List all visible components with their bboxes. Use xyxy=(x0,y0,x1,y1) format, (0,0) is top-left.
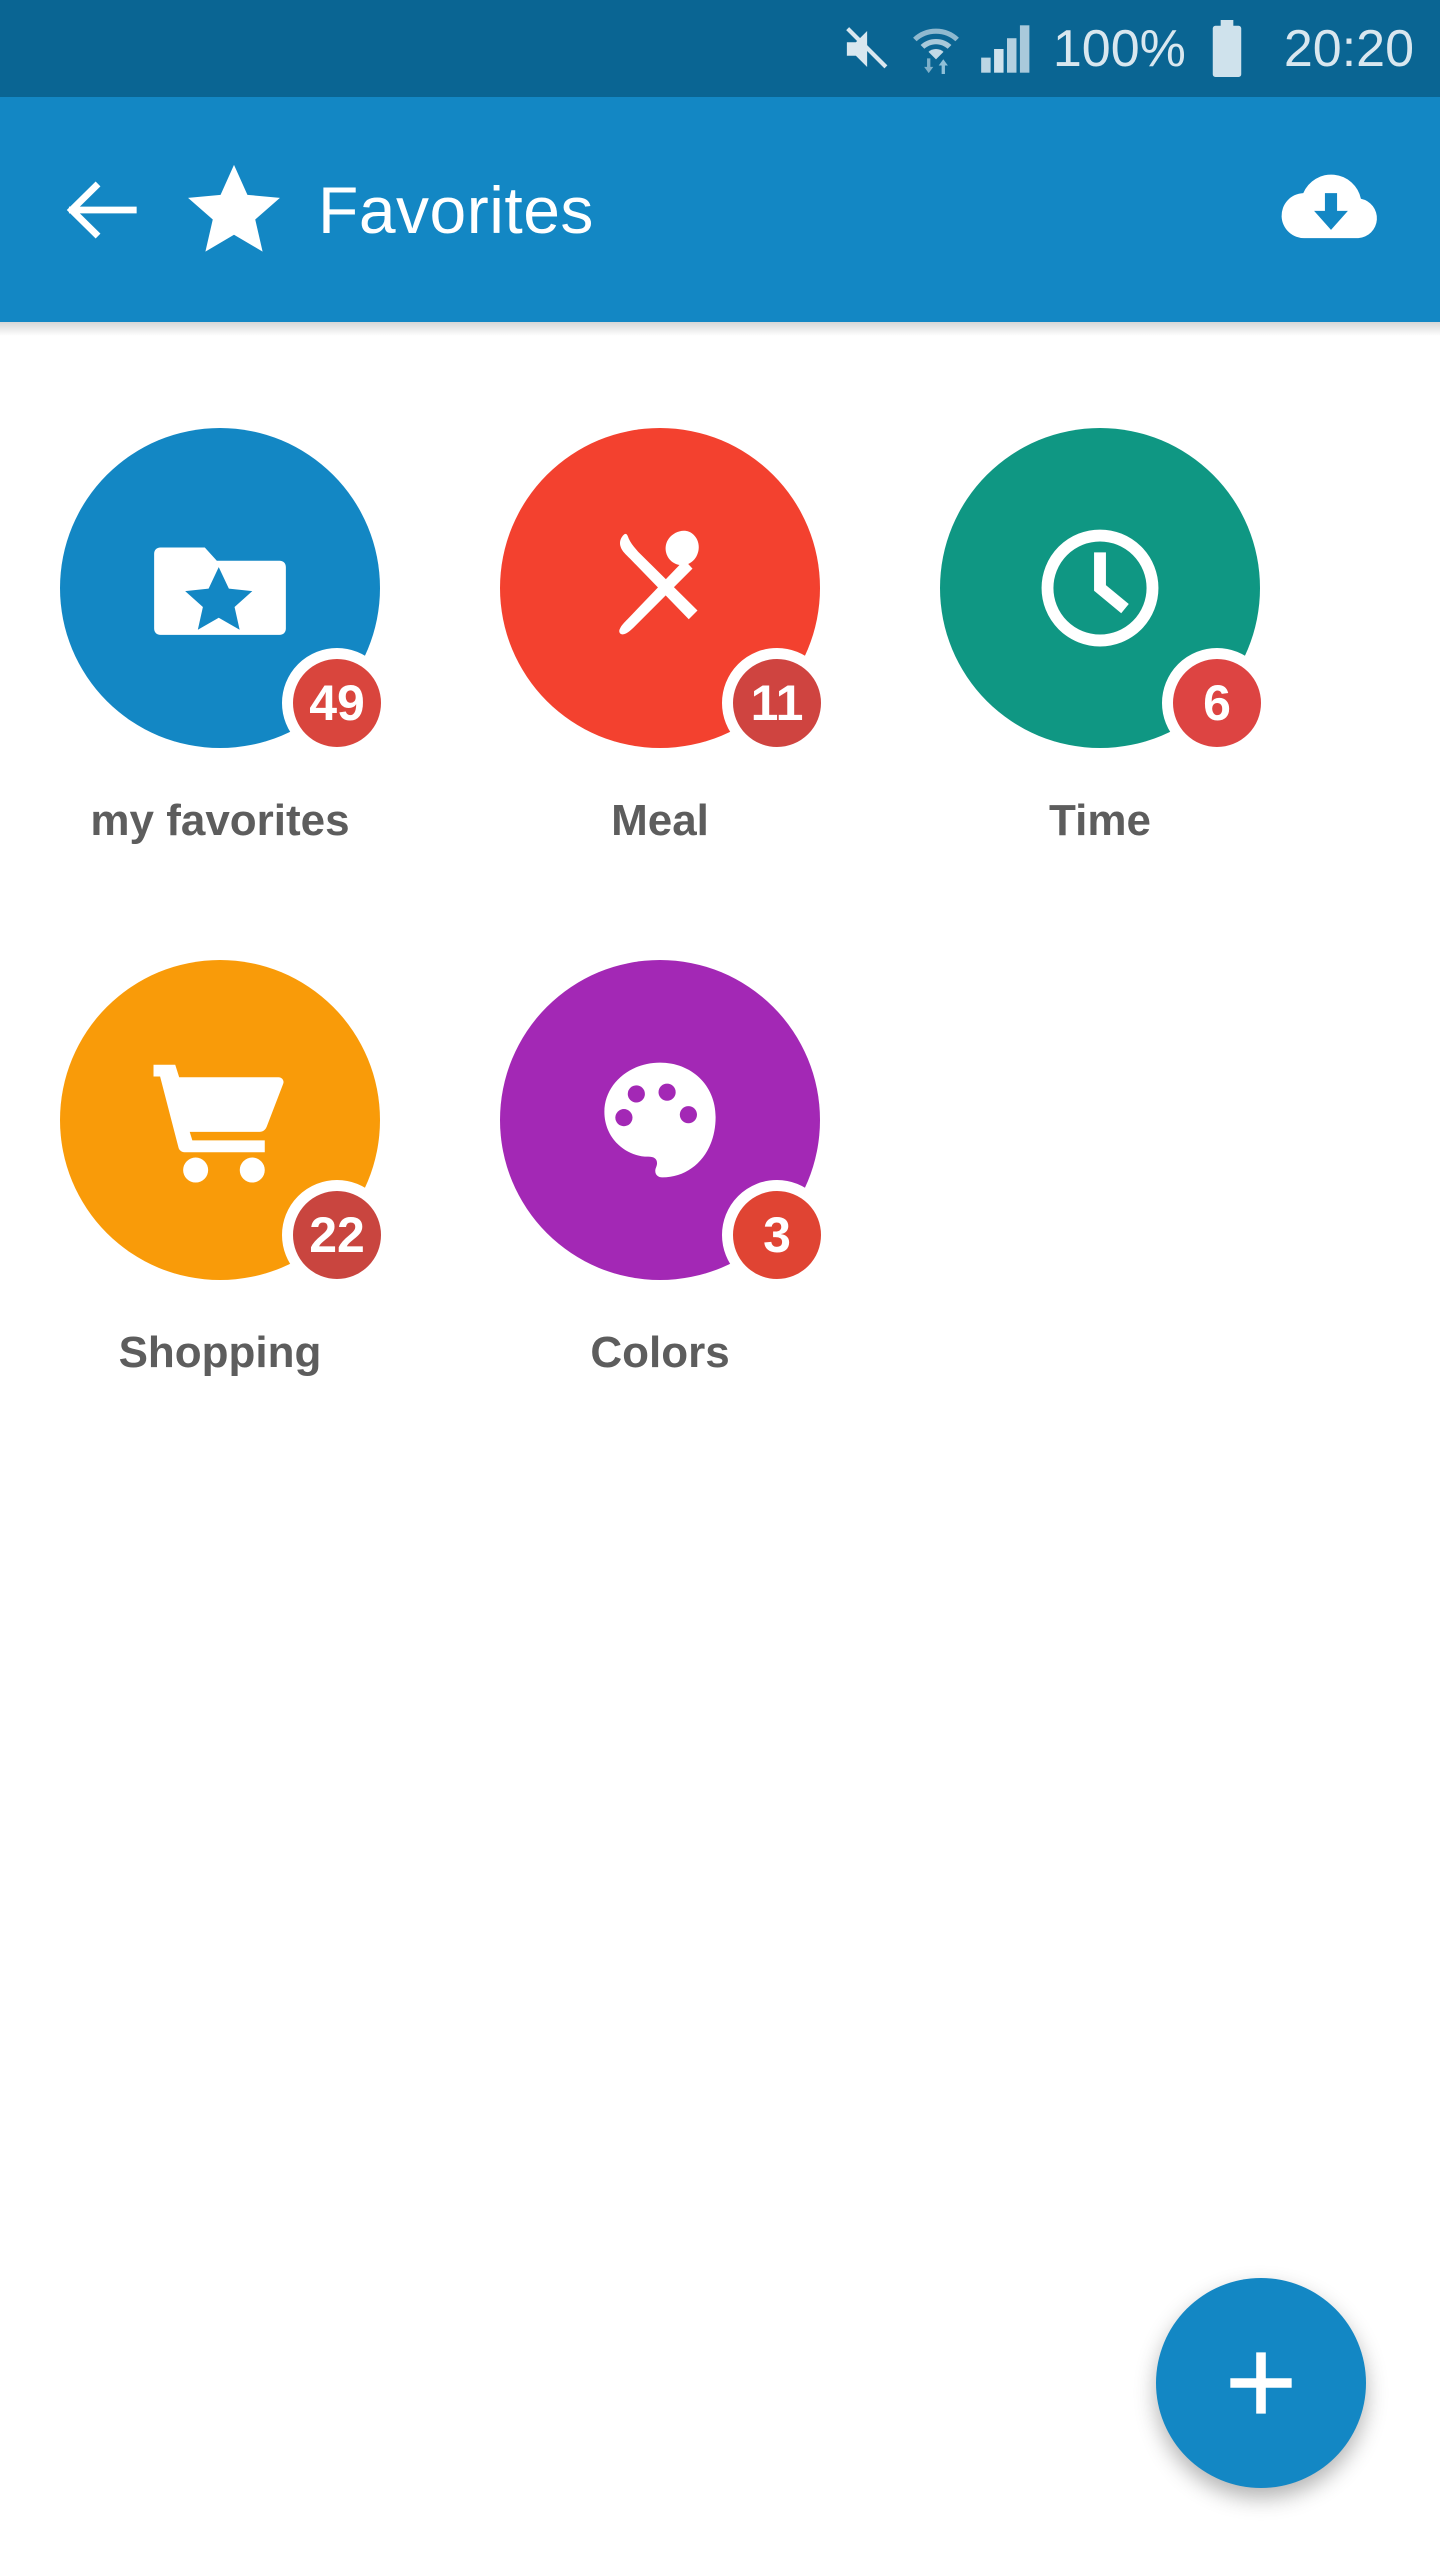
category-badge: 6 xyxy=(1162,648,1272,758)
star-icon xyxy=(188,164,280,252)
category-label: Time xyxy=(1049,796,1151,845)
category-icon-wrap: 6 xyxy=(940,428,1272,758)
mute-icon xyxy=(846,26,888,68)
add-favorite-fab[interactable] xyxy=(1156,2278,1366,2488)
category-item-my-favorites[interactable]: 49 my favorites xyxy=(0,354,440,886)
category-item-meal[interactable]: 11 Meal xyxy=(440,354,880,886)
wifi-icon xyxy=(912,28,959,74)
category-icon-wrap: 3 xyxy=(500,960,832,1290)
category-item-time[interactable]: 6 Time xyxy=(880,354,1320,886)
category-badge-count: 11 xyxy=(750,675,804,731)
favorites-content: 49 my favorites 11 Meal 6 Time 22 Shoppi… xyxy=(0,336,1440,2560)
category-badge-count: 3 xyxy=(763,1207,791,1263)
battery-full-icon xyxy=(1212,19,1242,77)
category-label: Shopping xyxy=(118,1328,322,1377)
cloud-download-icon xyxy=(1281,174,1377,238)
battery-percent-label: 100% xyxy=(1052,19,1186,78)
category-label: my favorites xyxy=(90,796,350,845)
category-icon-wrap: 49 xyxy=(60,428,392,758)
category-badge-count: 6 xyxy=(1203,675,1231,731)
app-bar: Favorites xyxy=(0,97,1440,322)
clock-icon xyxy=(1041,529,1159,647)
category-icon-wrap: 22 xyxy=(60,960,392,1290)
category-badge-count: 49 xyxy=(309,675,365,731)
page-title: Favorites xyxy=(318,172,594,247)
shopping-cart-icon xyxy=(153,1064,284,1183)
status-bar: 100% 20:20 xyxy=(0,0,1440,97)
folder-star-icon xyxy=(154,547,286,635)
plus-icon xyxy=(1230,2352,1292,2414)
category-badge: 3 xyxy=(722,1180,832,1290)
category-badge: 49 xyxy=(282,648,392,758)
category-badge-count: 22 xyxy=(309,1207,365,1263)
category-badge: 22 xyxy=(282,1180,392,1290)
favorites-star-badge xyxy=(182,158,286,262)
cloud-download-button[interactable] xyxy=(1266,145,1396,275)
category-label: Colors xyxy=(590,1328,730,1377)
back-arrow-icon xyxy=(66,181,137,238)
status-bar-clock: 20:20 xyxy=(1283,19,1414,78)
categories-grid: 49 my favorites 11 Meal 6 Time 22 Shoppi… xyxy=(0,336,1440,1418)
category-icon-wrap: 11 xyxy=(500,428,832,758)
signal-icon xyxy=(981,24,1030,73)
back-button[interactable] xyxy=(42,151,160,269)
category-label: Meal xyxy=(611,796,709,845)
category-item-colors[interactable]: 3 Colors xyxy=(440,886,880,1418)
category-badge: 11 xyxy=(722,648,832,758)
knife-spoon-icon xyxy=(619,530,699,635)
app-root: 100% 20:20 Favorites 49 my favorites 11 … xyxy=(0,0,1440,2560)
palette-icon xyxy=(604,1062,716,1178)
category-item-shopping[interactable]: 22 Shopping xyxy=(0,886,440,1418)
app-bar-shadow xyxy=(0,322,1440,336)
status-bar-icons: 100% 20:20 xyxy=(839,19,1414,78)
